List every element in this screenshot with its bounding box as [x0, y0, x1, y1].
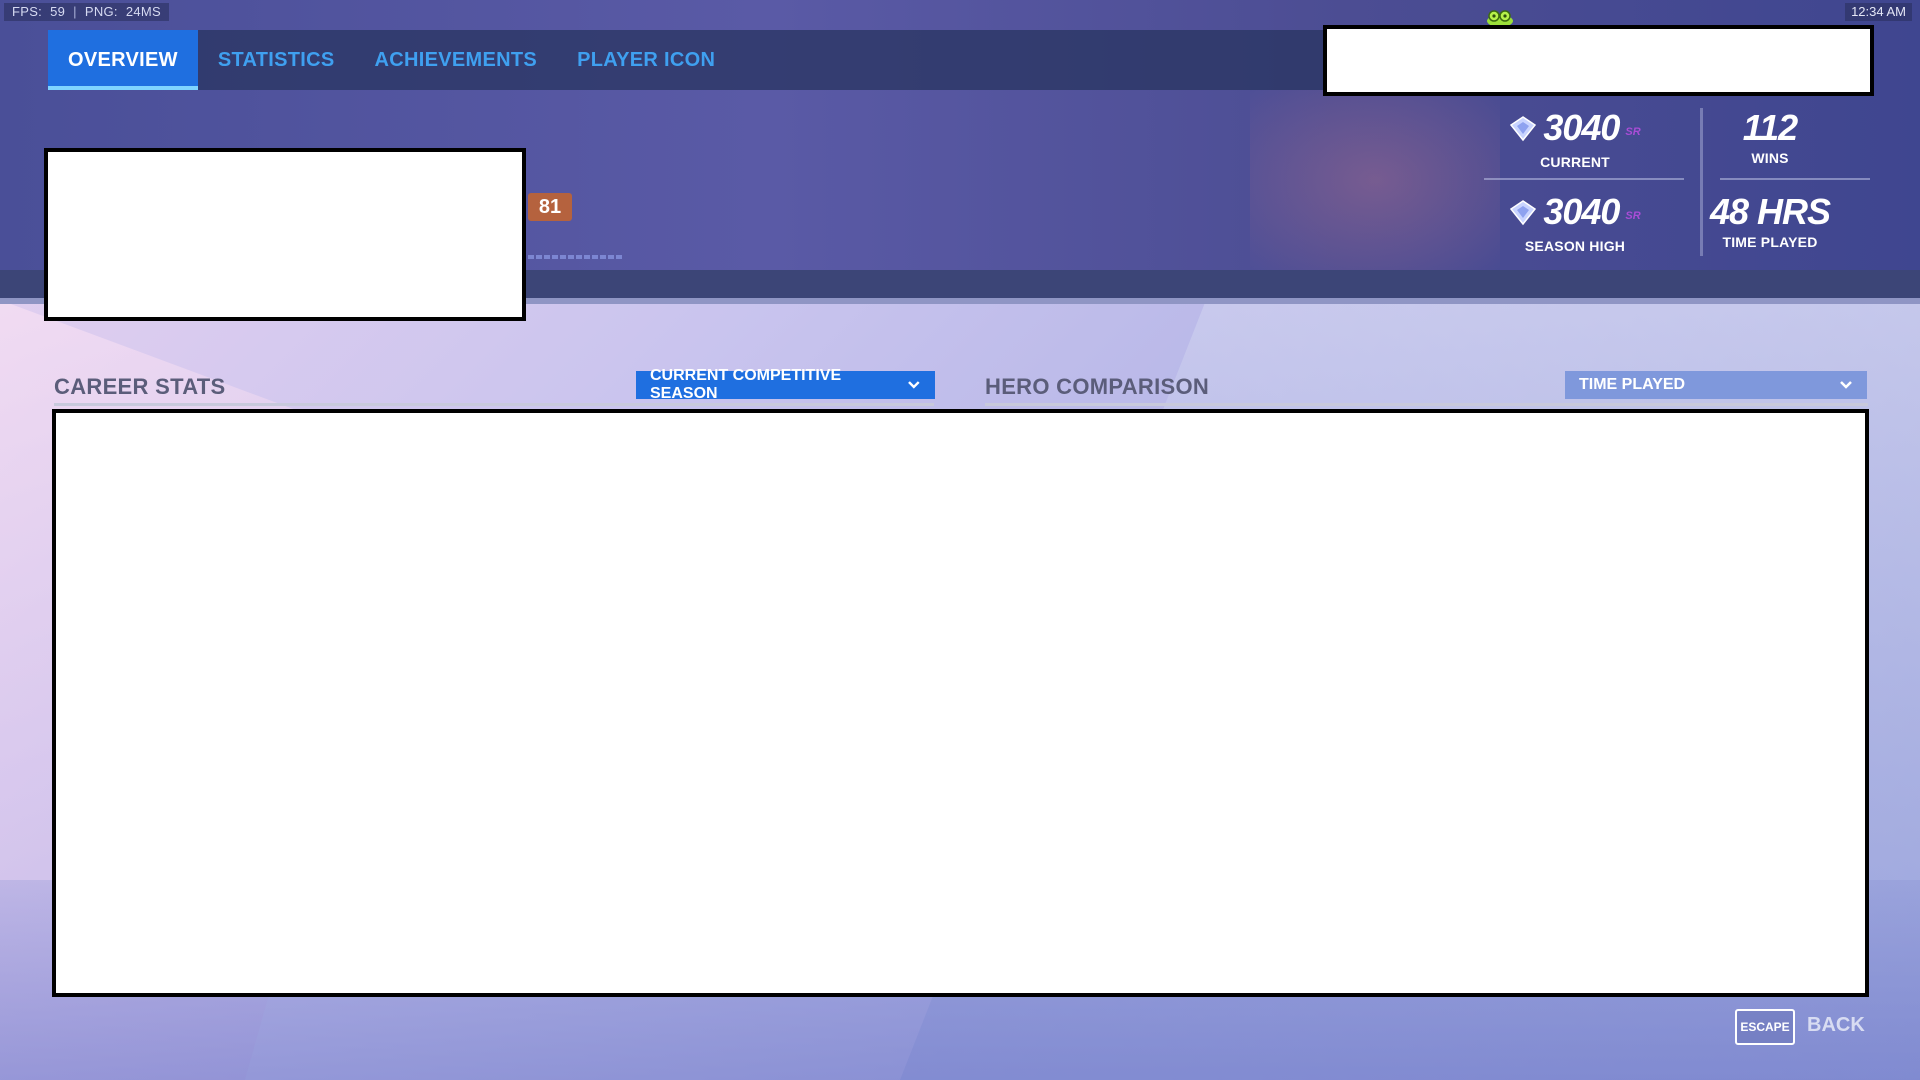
- career-stats-underline: [54, 403, 934, 406]
- time-played-label: TIME PLAYED: [1722, 234, 1818, 250]
- header-glow: [1250, 90, 1500, 270]
- season-dropdown[interactable]: CURRENT COMPETITIVE SEASON: [636, 367, 935, 402]
- career-stats-title: CAREER STATS: [54, 374, 226, 399]
- redacted-player-card: [44, 148, 526, 321]
- performance-readout: FPS: 59 | PNG: 24MS: [4, 3, 170, 21]
- ping-value: 24MS: [125, 4, 162, 19]
- hero-comparison-dropdown[interactable]: TIME PLAYED: [1565, 371, 1867, 399]
- current-sr: 3040 SR CURRENT: [1470, 108, 1680, 170]
- profile-tab-bar: OVERVIEW STATISTICS ACHIEVEMENTS PLAYER …: [48, 30, 1323, 90]
- season-high-sr-value: 3040: [1543, 191, 1620, 232]
- escape-key-hint[interactable]: ESCAPE: [1735, 1009, 1795, 1045]
- back-button[interactable]: BACK: [1807, 1014, 1865, 1037]
- hero-comparison-dropdown-value: TIME PLAYED: [1579, 376, 1686, 393]
- wins-value: 112: [1742, 107, 1798, 148]
- current-sr-label: CURRENT: [1540, 154, 1610, 170]
- system-bar: FPS: 59 | PNG: 24MS 12:34 AM: [0, 0, 1920, 27]
- redacted-player-name: [1323, 25, 1874, 96]
- wins-stat: 112 WINS: [1665, 107, 1875, 167]
- tab-player-icon[interactable]: PLAYER ICON: [557, 30, 735, 90]
- perf-separator: |: [73, 4, 77, 19]
- season-high-sr: 3040 SR SEASON HIGH: [1470, 192, 1680, 254]
- competitive-rank-panel: 3040 SR CURRENT 3040 SR SEASON HIGH 112 …: [1470, 100, 1880, 260]
- current-sr-value: 3040: [1543, 107, 1620, 148]
- clock: 12:34 AM: [1845, 3, 1912, 21]
- fps-value: 59: [50, 4, 66, 19]
- hero-comparison-underline: [985, 403, 1868, 406]
- wins-label: WINS: [1751, 150, 1789, 166]
- chevron-down-icon: [1840, 381, 1852, 389]
- chevron-down-icon: [908, 381, 920, 389]
- tab-achievements[interactable]: ACHIEVEMENTS: [355, 30, 558, 90]
- tab-statistics[interactable]: STATISTICS: [198, 30, 355, 90]
- redacted-stats-content: [52, 409, 1869, 997]
- ping-label: PNG:: [84, 4, 118, 19]
- time-played-stat: 48 HRS TIME PLAYED: [1665, 191, 1875, 251]
- fps-label: FPS:: [12, 4, 43, 19]
- tab-overview[interactable]: OVERVIEW: [48, 30, 198, 90]
- diamond-rank-icon: [1510, 116, 1537, 142]
- season-dropdown-value: CURRENT COMPETITIVE SEASON: [650, 367, 842, 402]
- sr-tag: SR: [1625, 126, 1641, 138]
- diamond-rank-icon: [1510, 200, 1537, 226]
- time-played-value: 48 HRS: [1709, 191, 1831, 232]
- season-high-label: SEASON HIGH: [1524, 238, 1626, 254]
- player-level-badge: 81: [528, 193, 572, 221]
- hero-comparison-title: HERO COMPARISON: [985, 374, 1210, 399]
- level-progress-pips: [528, 255, 622, 259]
- sr-tag: SR: [1625, 210, 1641, 222]
